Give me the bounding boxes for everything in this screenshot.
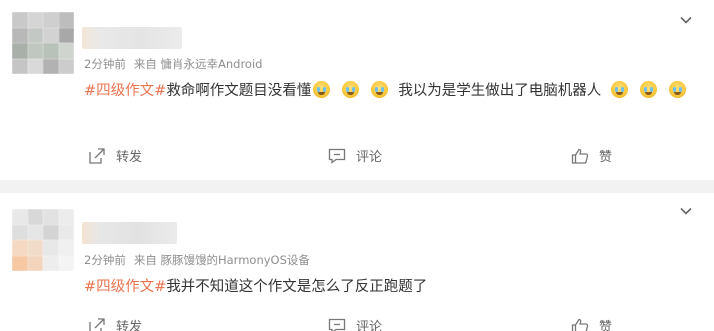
post-actions: 转发 评论 赞 [0,146,714,170]
crying-laughing-emoji [342,80,360,98]
topic-link[interactable]: #四级作文# [84,275,166,296]
username-blurred[interactable] [82,27,182,49]
share-label: 转发 [116,150,143,165]
comment-icon [328,148,346,164]
post-source: 来自 慵肖永远幸Android [133,57,263,71]
username-blurred[interactable] [82,222,177,244]
like-button[interactable]: 赞 [571,316,612,331]
topic-link[interactable]: #四级作文# [84,79,166,100]
chevron-down-icon[interactable] [680,205,692,217]
share-icon [89,317,105,331]
post-text-part: 救命啊作文题目没看懂 [166,82,312,99]
post-meta: 2分钟前 来自 慵肖永远幸Android [84,56,262,72]
comment-label: 评论 [356,150,383,165]
post-text: #四级作文# 救命啊作文题目没看懂 我以为是学生做出了电脑机器人 [84,78,688,100]
post-meta: 2分钟前 来自 豚豚馒馒的HarmonyOS设备 [84,252,310,268]
like-label: 赞 [599,150,613,165]
share-button[interactable]: 转发 [88,316,142,331]
like-label: 赞 [599,320,613,331]
post-text-part: 我以为是学生做出了电脑机器人 [398,82,602,99]
post-divider [0,180,714,193]
like-icon [571,318,589,331]
post-time: 2分钟前 [84,57,126,71]
share-label: 转发 [116,320,143,331]
crying-laughing-emoji [611,80,629,98]
comment-label: 评论 [356,320,383,331]
crying-laughing-emoji [640,80,658,98]
crying-laughing-emoji [371,80,389,98]
comment-button[interactable]: 评论 [328,146,382,165]
avatar[interactable] [12,209,74,271]
post-text: #四级作文# 我并不知道这个作文是怎么了反正跑题了 [84,274,427,296]
crying-laughing-emoji [313,80,331,98]
post-actions: 转发 评论 赞 [0,316,714,331]
like-button[interactable]: 赞 [571,146,612,165]
share-icon [89,147,105,164]
crying-laughing-emoji [669,80,687,98]
share-button[interactable]: 转发 [88,146,142,165]
comment-button[interactable]: 评论 [328,316,382,331]
post-source: 来自 豚豚馒馒的HarmonyOS设备 [133,253,310,267]
post-time: 2分钟前 [84,253,126,267]
post-text-part: 我并不知道这个作文是怎么了反正跑题了 [166,278,428,295]
like-icon [571,148,589,164]
comment-icon [328,318,346,331]
avatar[interactable] [12,12,74,74]
post-card: 2分钟前 来自 慵肖永远幸Android #四级作文# 救命啊作文题目没看懂 我以… [0,0,714,180]
chevron-down-icon[interactable] [680,14,692,26]
